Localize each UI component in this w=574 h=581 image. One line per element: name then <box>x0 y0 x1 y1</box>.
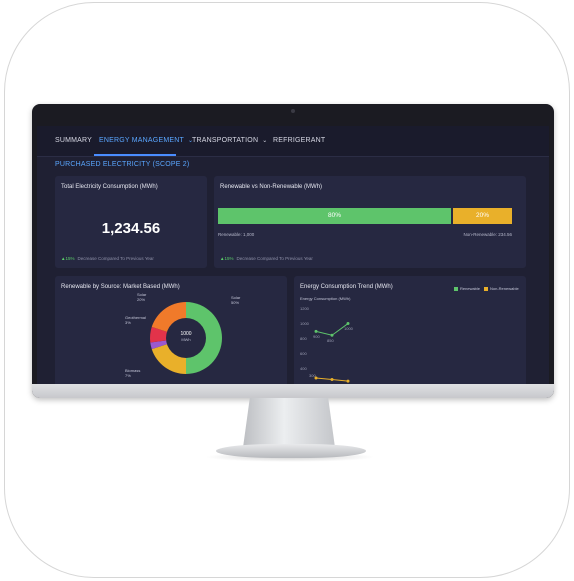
monitor-chin <box>32 384 554 398</box>
point-label: 900 <box>313 334 320 339</box>
series-1-point-2 <box>346 379 350 383</box>
donut-center: 1000 MWh <box>171 331 201 343</box>
tab-energy-management-label: ENERGY MANAGEMENT <box>99 137 184 144</box>
tab-transportation[interactable]: TRANSPORTATION ⌄ <box>192 137 267 144</box>
active-tab-underline <box>94 154 176 156</box>
tab-refrigerant[interactable]: REFRIGERANT <box>273 137 325 144</box>
monitor-base <box>216 444 366 458</box>
point-label: 1000 <box>344 326 353 331</box>
pie-label-biomass: Biomass 7% <box>125 368 140 378</box>
pie-label-geothermal: Geothermal 3% <box>125 315 146 325</box>
total-consumption-card: Total Electricity Consumption (MWh) 1,23… <box>55 176 207 268</box>
tab-energy-management[interactable]: ENERGY MANAGEMENT ⌄ <box>99 137 193 144</box>
delta-value: ▲15% <box>61 256 75 261</box>
pie-label-pct: 3% <box>125 320 131 325</box>
pie-label-solar-small: Solar 20% <box>137 292 146 302</box>
renewable-by-source-card: Renewable by Source: Market Based (MWh) … <box>55 276 287 384</box>
donut-center-unit: MWh <box>181 337 191 342</box>
series-0-point-1 <box>330 333 334 337</box>
nonrenewable-bar: 20% <box>453 208 512 224</box>
total-value: 1,234.56 <box>101 220 161 237</box>
nonrenewable-label: Non-Renewable: 234.56 <box>463 232 512 237</box>
delta-note: ▲15% Decrease Compared To Previous Year <box>220 256 313 261</box>
renewable-vs-nonrenewable-card: Renewable vs Non-Renewable (MWh) 80% 20%… <box>214 176 526 268</box>
delta-text: Decrease Compared To Previous Year <box>236 256 313 261</box>
pie-label-solar-large: Solar 50% <box>231 295 240 305</box>
delta-note: ▲15% Decrease Compared To Previous Year <box>61 256 154 261</box>
nonrenewable-pct: 20% <box>475 212 489 219</box>
camera-dot <box>291 109 295 113</box>
energy-trend-card: Energy Consumption Trend (MWh) Renewable… <box>294 276 526 384</box>
tab-transportation-label: TRANSPORTATION <box>192 137 259 144</box>
tab-summary[interactable]: SUMMARY <box>55 137 92 144</box>
top-nav: SUMMARY ENERGY MANAGEMENT ⌄ TRANSPORTATIO… <box>37 126 549 157</box>
chevron-down-icon: ⌄ <box>262 138 268 144</box>
delta-value: ▲15% <box>220 256 234 261</box>
renewable-pct: 80% <box>327 212 341 219</box>
card-title: Total Electricity Consumption (MWh) <box>61 184 158 190</box>
pie-label-pct: 50% <box>231 300 240 305</box>
point-label: 300 <box>309 373 316 378</box>
dashboard-screen: SUMMARY ENERGY MANAGEMENT ⌄ TRANSPORTATIO… <box>37 126 549 384</box>
point-label: 850 <box>327 338 334 343</box>
donut-chart <box>150 302 222 374</box>
monitor-stand <box>242 398 336 448</box>
delta-text: Decrease Compared To Previous Year <box>77 256 154 261</box>
series-1-point-1 <box>330 378 334 382</box>
series-0-point-0 <box>314 329 318 333</box>
section-title: PURCHASED ELECTRICITY (SCOPE 2) <box>55 161 190 168</box>
pie-label-pct: 7% <box>125 373 131 378</box>
monitor: SUMMARY ENERGY MANAGEMENT ⌄ TRANSPORTATIO… <box>32 104 554 398</box>
pie-label-pct: 20% <box>137 297 146 302</box>
trend-line-chart <box>314 322 350 383</box>
series-0-point-2 <box>346 322 350 326</box>
card-title: Renewable vs Non-Renewable (MWh) <box>220 184 323 190</box>
renewable-bar: 80% <box>218 208 451 224</box>
renewable-label: Renewable: 1,000 <box>218 232 255 237</box>
